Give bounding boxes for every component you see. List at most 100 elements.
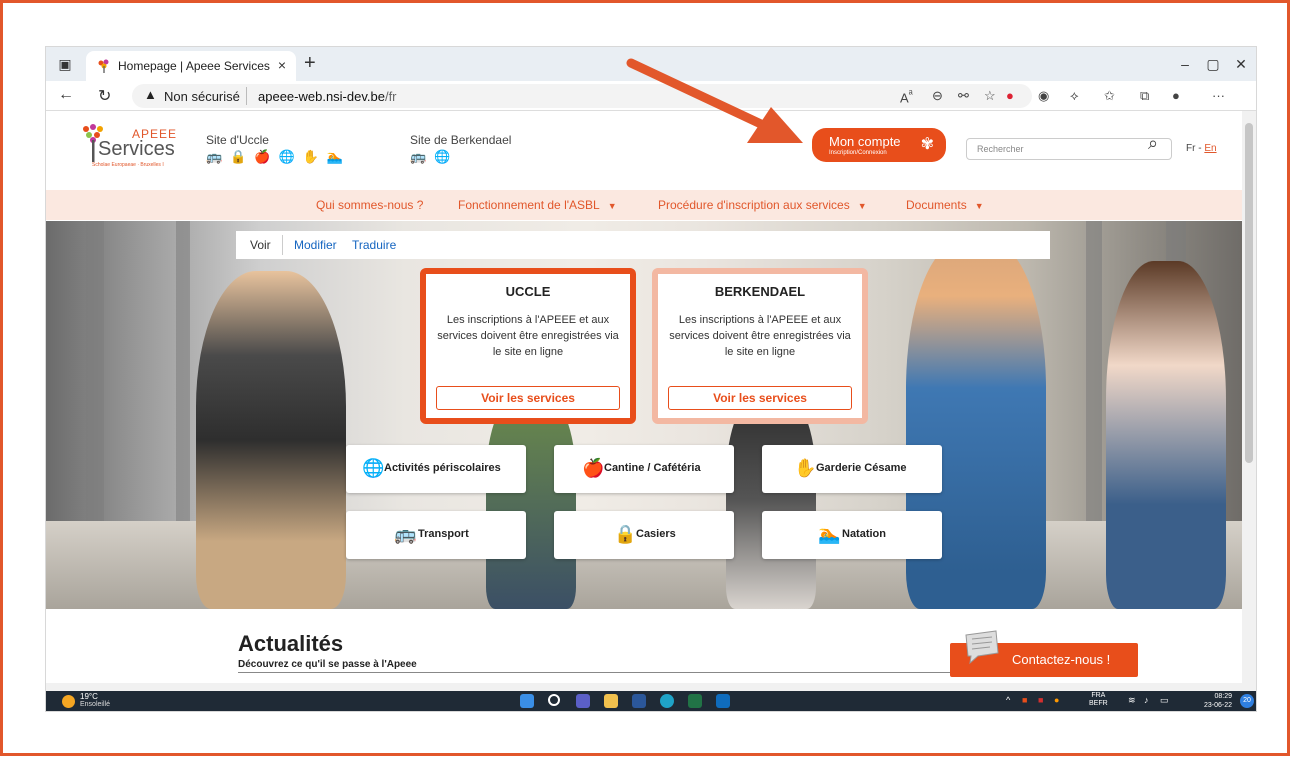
service-garderie[interactable]: ✋ Garderie Césame (762, 445, 942, 493)
volume-icon[interactable]: ♪ (1144, 695, 1149, 705)
mon-compte-button[interactable]: Mon compte Inscription/Connexion ✾ (812, 128, 946, 162)
account-subtitle: Inscription/Connexion (829, 150, 887, 156)
account-tree-icon: ✾ (920, 136, 934, 153)
service-label: Transport (418, 528, 469, 540)
word-icon[interactable] (632, 694, 646, 708)
news-title: Actualités (238, 631, 344, 656)
site-uccle-label[interactable]: Site d'Uccle (206, 133, 269, 147)
globe-icon: 🌐 (362, 458, 385, 478)
service-label: Cantine / Cafétéria (604, 462, 701, 474)
tab-close-button[interactable]: × (278, 57, 286, 73)
excel-icon[interactable] (688, 694, 702, 708)
tab-modifier[interactable]: Modifier (294, 238, 337, 252)
collections-icon[interactable]: ⧉ (1140, 88, 1149, 104)
card-title: BERKENDAEL (714, 284, 806, 299)
search-placeholder: Rechercher (977, 144, 1024, 154)
wifi-icon[interactable]: ≋ (1128, 695, 1136, 706)
chevron-down-icon: ▼ (857, 201, 867, 211)
teams-icon[interactable] (576, 694, 590, 708)
menu-item-qui-sommes-nous[interactable]: Qui sommes-nous ? (316, 198, 423, 212)
zoom-icon[interactable]: ⊖ (932, 88, 943, 104)
site-berkendael-label[interactable]: Site de Berkendael (410, 133, 511, 147)
weather-description[interactable]: Ensoleillé (80, 701, 110, 708)
weather-temperature[interactable]: 19°C (80, 692, 98, 701)
hero-banner: Voir Modifier Traduire UCCLE Les inscrip… (46, 221, 1242, 609)
site-berkendael-icons[interactable]: 🚌🌐 (410, 149, 458, 165)
search-input[interactable]: Rechercher (966, 138, 1172, 160)
tab-actions-icon[interactable]: ▣ (56, 55, 74, 73)
chat-bubble-icon (965, 630, 999, 665)
windows-start-icon[interactable] (520, 694, 534, 708)
browser-tab[interactable]: Homepage | Apeee Services × (86, 51, 296, 81)
tray-app-2-icon[interactable]: ■ (1038, 695, 1043, 705)
edge-icon[interactable] (660, 694, 674, 708)
security-status[interactable]: Non sécurisé (164, 89, 240, 104)
voir-services-berkendael-button[interactable]: Voir les services (668, 386, 852, 410)
search-icon[interactable] (548, 694, 560, 706)
tray-app-1-icon[interactable]: ■ (1022, 695, 1027, 705)
tab-bar: ▣ Homepage | Apeee Services × + – ▢ ✕ (46, 47, 1256, 81)
read-aloud-icon[interactable]: Aᵃ (900, 88, 913, 105)
outlook-icon[interactable] (716, 694, 730, 708)
scrollbar-thumb[interactable] (1245, 123, 1253, 463)
permissions-icon[interactable]: ⚯ (958, 88, 969, 104)
account-title: Mon compte (829, 134, 901, 149)
hero-child-1 (196, 271, 346, 609)
more-menu-icon[interactable]: ··· (1212, 88, 1225, 103)
service-label: Garderie Césame (816, 462, 907, 474)
service-transport[interactable]: 🚌 Transport (346, 511, 526, 559)
url-field[interactable]: ▲ Non sécurisé apeee-web.nsi-dev.be/fr A… (132, 84, 1032, 108)
close-window-button[interactable]: ✕ (1232, 55, 1250, 73)
edit-tabs: Voir Modifier Traduire (236, 231, 1050, 259)
favorite-star-icon[interactable]: ☆ (984, 88, 996, 104)
tab-divider (282, 235, 283, 255)
back-icon[interactable]: ← (58, 86, 74, 104)
site-uccle-icons[interactable]: 🚌🔒🍎🌐✋🏊 (206, 149, 351, 165)
extensions-icon[interactable]: ⟡ (1070, 88, 1079, 104)
battery-icon[interactable]: ▭ (1160, 695, 1169, 706)
tray-chevron-icon[interactable]: ^ (1006, 695, 1010, 705)
menu-item-procedure[interactable]: Procédure d'inscription aux services ▼ (658, 198, 867, 212)
extension-1-icon[interactable]: ● (1006, 88, 1014, 103)
menu-item-documents[interactable]: Documents ▼ (906, 198, 984, 212)
service-casiers[interactable]: 🔒 Casiers (554, 511, 734, 559)
logo-services-text: Services (98, 138, 175, 160)
voir-services-uccle-button[interactable]: Voir les services (436, 386, 620, 410)
service-cantine[interactable]: 🍎 Cantine / Cafétéria (554, 445, 734, 493)
refresh-icon[interactable]: ↻ (98, 86, 111, 106)
service-activites-periscolaires[interactable]: 🌐 Activités périscolaires (346, 445, 526, 493)
minimize-button[interactable]: – (1176, 55, 1194, 73)
vertical-scrollbar[interactable] (1242, 111, 1256, 683)
maximize-button[interactable]: ▢ (1204, 55, 1222, 73)
tab-title: Homepage | Apeee Services (118, 59, 270, 73)
profile-avatar[interactable]: ● (1172, 88, 1180, 103)
favorites-icon[interactable]: ✩ (1104, 88, 1115, 104)
horizontal-scrollbar[interactable] (46, 683, 1256, 691)
lang-en-link[interactable]: En (1204, 143, 1216, 154)
extension-2-icon[interactable]: ◉ (1038, 88, 1049, 104)
bus-icon: 🚌 (394, 524, 417, 544)
card-body: Les inscriptions à l'APEEE et aux servic… (437, 314, 619, 358)
sun-icon[interactable] (62, 695, 75, 708)
service-label: Activités périscolaires (384, 462, 501, 474)
tray-app-3-icon[interactable]: ● (1054, 695, 1059, 705)
service-natation[interactable]: 🏊 Natation (762, 511, 942, 559)
news-divider (238, 672, 978, 673)
favicon-icon (98, 59, 109, 73)
file-explorer-icon[interactable] (604, 694, 618, 708)
contact-label: Contactez-nous ! (1012, 652, 1111, 667)
new-tab-button[interactable]: + (304, 53, 316, 73)
logo-tagline: Scholae Europaeae · Bruxelles I (92, 162, 164, 168)
url-separator (246, 87, 247, 105)
clock[interactable]: 08:29 23-06-22 (1204, 692, 1232, 710)
contact-button[interactable]: Contactez-nous ! (950, 630, 1138, 677)
url-text[interactable]: apeee-web.nsi-dev.be/fr (258, 89, 397, 104)
service-label: Casiers (636, 528, 676, 540)
notification-badge[interactable]: 20 (1240, 694, 1254, 708)
menu-item-fonctionnement[interactable]: Fonctionnement de l'ASBL ▼ (458, 198, 617, 212)
chevron-down-icon: ▼ (607, 201, 617, 211)
input-language[interactable]: FRA BEFR (1089, 692, 1108, 708)
tab-voir[interactable]: Voir (250, 238, 271, 252)
tab-traduire[interactable]: Traduire (352, 238, 396, 252)
warning-icon: ▲ (144, 87, 157, 102)
